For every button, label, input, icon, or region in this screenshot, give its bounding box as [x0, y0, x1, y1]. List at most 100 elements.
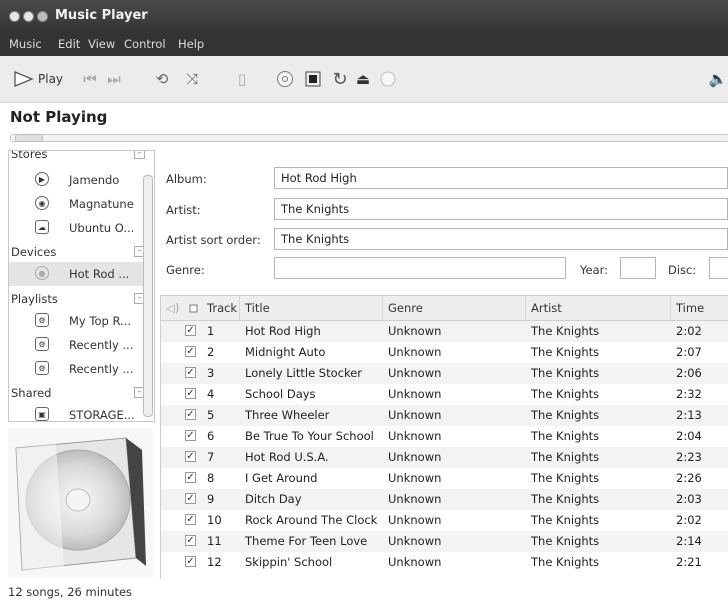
sidebar-item-my-top-rated[interactable]: ⚙ My Top R...: [9, 309, 152, 333]
playing-column-icon[interactable]: ◁): [166, 301, 179, 315]
sidebar-item-hot-rod-cd[interactable]: ● Hot Rod ...: [9, 262, 152, 286]
stores-category[interactable]: Stores –: [11, 151, 151, 163]
table-row[interactable]: ✓ 5 Three Wheeler Unknown The Knights 2:13: [161, 405, 728, 426]
browse-button[interactable]: ▯: [232, 69, 252, 89]
track-checkbox[interactable]: ✓: [185, 451, 196, 462]
table-row[interactable]: ✓ 11 Theme For Teen Love Unknown The Knights…: [161, 531, 728, 552]
column-header-genre[interactable]: Genre: [388, 301, 423, 315]
track-title: Hot Rod U.S.A.: [245, 450, 329, 464]
disc-field[interactable]: [709, 257, 728, 279]
source-sidebar: Stores – ▶ Jamendo ◉ Magnatune ☁ Ubuntu …: [8, 150, 155, 422]
ubuntu-one-button[interactable]: [378, 69, 398, 89]
track-checkbox[interactable]: ✓: [185, 325, 196, 336]
seek-handle[interactable]: [15, 134, 43, 142]
seek-slider[interactable]: [10, 134, 728, 142]
eject-button[interactable]: ⏏: [353, 69, 373, 89]
album-field[interactable]: Hot Rod High: [274, 167, 728, 189]
track-artist: The Knights: [531, 324, 600, 338]
track-number: 8: [207, 471, 215, 485]
track-title: I Get Around: [245, 471, 318, 485]
table-row[interactable]: ✓ 12 Skippin' School Unknown The Knights 2:21: [161, 552, 728, 573]
sidebar-item-magnatune[interactable]: ◉ Magnatune: [9, 192, 152, 216]
copy-cd-button[interactable]: [275, 69, 295, 89]
sidebar-item-jamendo[interactable]: ▶ Jamendo: [9, 168, 152, 192]
close-window-button[interactable]: [9, 11, 20, 22]
sidebar-item-recently-played[interactable]: ⚙ Recently ...: [9, 357, 152, 381]
table-row[interactable]: ✓ 1 Hot Rod High Unknown The Knights 2:02: [161, 321, 728, 342]
track-time: 2:02: [676, 324, 702, 338]
track-time: 2:13: [676, 408, 702, 422]
previous-button[interactable]: ⏮: [80, 69, 100, 89]
artist-field[interactable]: The Knights: [274, 198, 728, 220]
column-header-time[interactable]: Time: [676, 301, 704, 315]
table-row[interactable]: ✓ 6 Be True To Your School Unknown The Knigh…: [161, 426, 728, 447]
track-checkbox[interactable]: ✓: [185, 556, 196, 567]
playlists-category[interactable]: Playlists –: [11, 290, 151, 308]
maximize-window-button[interactable]: [37, 11, 48, 22]
sidebar-item-label: Hot Rod ...: [69, 267, 130, 281]
table-row[interactable]: ✓ 4 School Days Unknown The Knights 2:32: [161, 384, 728, 405]
play-button[interactable]: Play: [12, 69, 63, 89]
track-checkbox[interactable]: ✓: [185, 514, 196, 525]
album-label: Album:: [166, 172, 207, 186]
track-checkbox[interactable]: ✓: [185, 493, 196, 504]
column-header-artist[interactable]: Artist: [531, 301, 562, 315]
reload-button[interactable]: ↻: [330, 69, 350, 90]
year-field[interactable]: [620, 257, 656, 279]
genre-field[interactable]: [274, 257, 566, 279]
track-checkbox[interactable]: ✓: [185, 409, 196, 420]
table-row[interactable]: ✓ 2 Midnight Auto Unknown The Knights 2:07: [161, 342, 728, 363]
year-label: Year:: [580, 263, 609, 277]
devices-category[interactable]: Devices –: [11, 243, 151, 261]
menu-control[interactable]: Control: [124, 37, 166, 51]
column-header-track[interactable]: Track: [207, 301, 237, 315]
table-row[interactable]: ✓ 8 I Get Around Unknown The Knights 2:26: [161, 468, 728, 489]
track-number: 7: [207, 450, 215, 464]
track-number: 10: [207, 513, 222, 527]
track-artist: The Knights: [531, 492, 600, 506]
disc-icon: [277, 71, 293, 87]
track-artist: The Knights: [531, 513, 600, 527]
menu-edit[interactable]: Edit: [58, 37, 80, 51]
track-artist: The Knights: [531, 429, 600, 443]
menu-help[interactable]: Help: [178, 37, 204, 51]
artist-sort-order-field[interactable]: The Knights: [274, 228, 728, 250]
table-row[interactable]: ✓ 3 Lonely Little Stocker Unknown The Knight…: [161, 363, 728, 384]
track-artist: The Knights: [531, 471, 600, 485]
repeat-icon: ⟲: [155, 70, 169, 88]
sidebar-scrollbar[interactable]: [143, 160, 153, 417]
devices-label: Devices: [11, 245, 57, 259]
track-checkbox[interactable]: ✓: [185, 472, 196, 483]
track-checkbox[interactable]: ✓: [185, 535, 196, 546]
volume-button[interactable]: 🔈: [708, 69, 728, 89]
track-checkbox[interactable]: ✓: [185, 346, 196, 357]
table-row[interactable]: ✓ 7 Hot Rod U.S.A. Unknown The Knights 2:23: [161, 447, 728, 468]
visual-effects-button[interactable]: [303, 69, 323, 89]
track-title: School Days: [245, 387, 316, 401]
sidebar-item-storage[interactable]: ▣ STORAGE...: [9, 403, 152, 421]
repeat-button[interactable]: ⟲: [150, 69, 174, 89]
track-checkbox[interactable]: ✓: [185, 367, 196, 378]
scrollbar-thumb[interactable]: [143, 175, 153, 417]
magnatune-icon: ◉: [35, 196, 49, 210]
sidebar-item-recently-added[interactable]: ⚙ Recently ...: [9, 333, 152, 357]
table-row[interactable]: ✓ 9 Ditch Day Unknown The Knights 2:03: [161, 489, 728, 510]
album-art-pane: [8, 428, 153, 578]
track-checkbox[interactable]: ✓: [185, 388, 196, 399]
sidebar-item-ubuntu-one[interactable]: ☁ Ubuntu O...: [9, 216, 152, 240]
visualizer-icon: [305, 71, 321, 87]
track-genre: Unknown: [388, 513, 442, 527]
table-row[interactable]: ✓ 10 Rock Around The Clock Unknown The Knigh…: [161, 510, 728, 531]
next-button[interactable]: ⏭: [104, 69, 124, 89]
menu-music[interactable]: Music: [9, 37, 42, 51]
column-header-title[interactable]: Title: [245, 301, 270, 315]
collapse-icon[interactable]: –: [134, 151, 145, 159]
shared-category[interactable]: Shared –: [11, 384, 151, 402]
track-checkbox[interactable]: ✓: [185, 430, 196, 441]
track-artist: The Knights: [531, 534, 600, 548]
checkbox-column-header[interactable]: [189, 301, 198, 316]
shuffle-button[interactable]: ⤨: [180, 69, 204, 89]
track-time: 2:06: [676, 366, 702, 380]
minimize-window-button[interactable]: [23, 11, 34, 22]
menu-view[interactable]: View: [88, 37, 115, 51]
